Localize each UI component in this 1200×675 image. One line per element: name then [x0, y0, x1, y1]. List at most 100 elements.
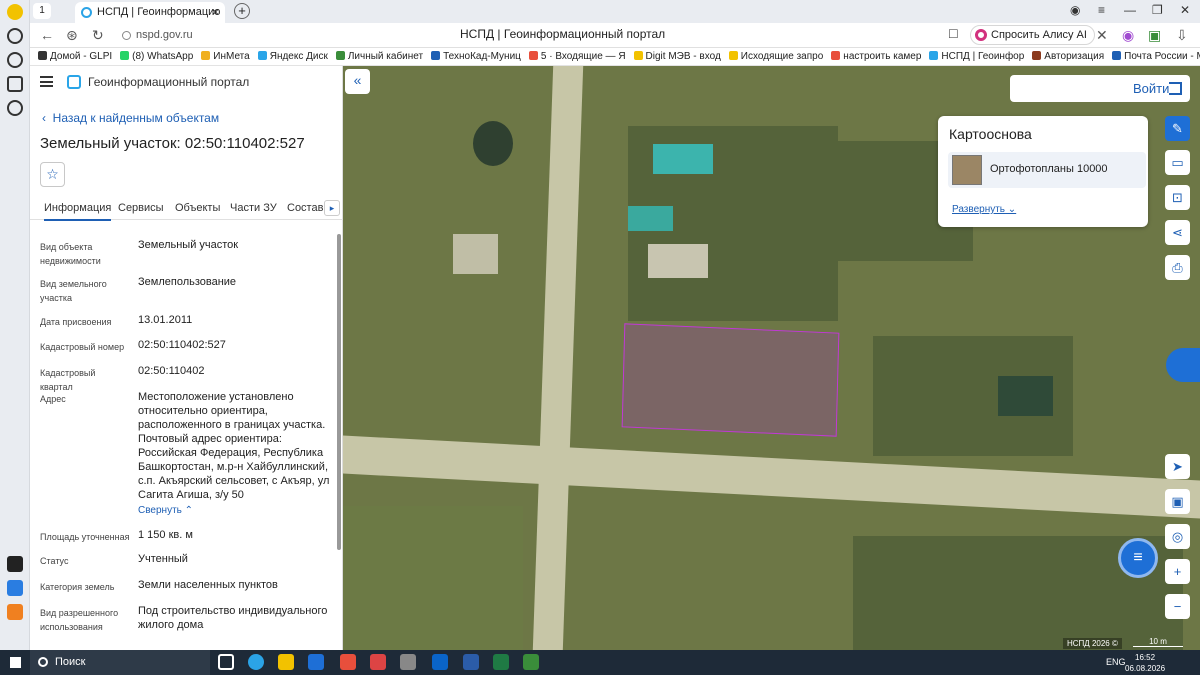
downloads-icon[interactable] [7, 100, 23, 116]
app-icon-3[interactable] [7, 604, 23, 620]
app-icon-1[interactable] [7, 556, 23, 572]
field-label: Дата присвоения [40, 317, 112, 327]
bookmark-item[interactable]: настроить камер [831, 48, 921, 65]
favorite-star-icon[interactable]: ☆ [40, 162, 65, 187]
outlook-icon[interactable] [432, 654, 448, 670]
layers-tool-icon[interactable]: ✎ [1165, 116, 1190, 141]
tab-list-icon[interactable] [7, 76, 23, 92]
close-tab-icon[interactable]: × [212, 2, 219, 23]
expand-link[interactable]: Развернуть ⌄ [952, 204, 1016, 215]
field-label: Кадастровый номер [40, 342, 125, 352]
panel-scrollbar[interactable] [335, 224, 343, 650]
map-view[interactable]: « Войти Картооснова Ортофотопланы 10000 … [343, 66, 1200, 650]
yandex-browser-icon[interactable] [340, 654, 356, 670]
tab-parts[interactable]: Части ЗУ [230, 202, 277, 214]
bookmark-item[interactable]: НСПД | Геоинфор [929, 48, 1024, 65]
profile-avatar[interactable] [7, 4, 23, 20]
portal-name[interactable]: Геоинформационный портал [88, 75, 249, 89]
extension-3-icon[interactable]: ▣ [1148, 27, 1161, 44]
tab-objects[interactable]: Объекты [175, 202, 220, 214]
bookmark-item[interactable]: (8) WhatsApp [120, 48, 193, 65]
collapse-panel-button[interactable]: « [345, 69, 370, 94]
basemap-option[interactable]: Ортофотопланы 10000 [948, 152, 1146, 188]
word-icon[interactable] [463, 654, 479, 670]
scrollbar-thumb[interactable] [337, 234, 341, 550]
browser-tab[interactable]: НСПД | Геоинформацио × [75, 2, 225, 23]
app-icon-2[interactable] [7, 580, 23, 596]
url-field[interactable]: nspd.gov.ru [122, 26, 302, 45]
taskbar-search[interactable]: Поиск [30, 650, 210, 675]
back-arrow-icon[interactable]: ← [40, 27, 54, 43]
bookmark-item[interactable]: Яндекс Диск [257, 48, 328, 65]
zoom-in-icon[interactable]: + [1165, 559, 1190, 584]
play-icon[interactable] [7, 52, 23, 68]
bookmark-item[interactable]: Digit МЭВ - вход [633, 48, 721, 65]
scale-bar: 10 m [1133, 637, 1183, 647]
tab-services[interactable]: Сервисы [118, 202, 164, 214]
field-value: Землепользование [138, 276, 237, 288]
protect-icon[interactable]: ⊛ [66, 27, 78, 44]
field-row-address: Адрес Местоположение установлено относит… [40, 390, 330, 510]
app-icon[interactable] [308, 654, 324, 670]
language-indicator[interactable]: ENG [1106, 657, 1126, 667]
field-value: 02:50:110402 [138, 365, 205, 377]
bookmark-item[interactable]: Почта России - М [1112, 48, 1200, 65]
task-view-icon[interactable] [218, 654, 234, 670]
bookmark-item[interactable]: Личный кабинет [335, 48, 423, 65]
back-to-results-link[interactable]: ‹ Назад к найденным объектам [42, 111, 219, 125]
locate-icon[interactable]: ◎ [1165, 524, 1190, 549]
navigate-icon[interactable]: ➤ [1165, 454, 1190, 479]
select-area-icon[interactable]: ⊡ [1165, 185, 1190, 210]
tab-counter[interactable]: 1 [33, 3, 51, 19]
zoom-out-icon[interactable]: − [1165, 594, 1190, 619]
close-window-icon[interactable]: ✕ [1180, 3, 1190, 17]
basemap-card: Картооснова Ортофотопланы 10000 Разверну… [938, 116, 1148, 227]
field-value: 1 150 кв. м [138, 529, 193, 541]
extension-icon[interactable]: ✕ [1096, 27, 1108, 44]
tab-information[interactable]: Информация [44, 202, 112, 221]
download-icon[interactable]: ⇩ [1176, 27, 1188, 44]
tab-composition[interactable]: Состав [287, 202, 323, 214]
windows-start-icon[interactable] [10, 657, 21, 668]
field-value: Под строительство индивидуального жилого… [138, 605, 328, 631]
minimize-icon[interactable]: — [1124, 3, 1136, 17]
chat-icon[interactable]: ≡ [1118, 538, 1158, 578]
share-icon[interactable]: ⋖ [1165, 220, 1190, 245]
building-roof [653, 144, 713, 174]
explorer-icon[interactable] [278, 654, 294, 670]
ask-alice-button[interactable]: Спросить Алису AI [970, 25, 1095, 45]
reload-icon[interactable]: ↻ [92, 27, 104, 44]
collapse-link[interactable]: Свернуть ⌃ [138, 504, 330, 518]
ruler-tool-icon[interactable]: ▭ [1165, 150, 1190, 175]
print-icon[interactable]: ⎙ [1165, 255, 1190, 280]
land-parcel-outline[interactable] [621, 323, 840, 437]
history-icon[interactable] [7, 28, 23, 44]
bookmark-item[interactable]: Исходящие запро [728, 48, 823, 65]
minimap-icon[interactable]: ▣ [1165, 489, 1190, 514]
bookmark-item[interactable]: 5 · Входящие — Я [528, 48, 626, 65]
bookmark-item[interactable]: ТехноКад-Муниц [431, 48, 521, 65]
bookmark-item[interactable]: Авторизация [1032, 48, 1104, 65]
extension-2-icon[interactable]: ◉ [1122, 27, 1134, 44]
bookmark-favicon-icon [1112, 51, 1122, 60]
system-clock[interactable]: 16:52 06.08.2026 [1125, 652, 1165, 674]
excel-icon[interactable] [493, 654, 509, 670]
calendar-icon[interactable] [370, 654, 386, 670]
new-tab-button[interactable]: + [234, 3, 250, 19]
bookmark-item[interactable]: Домой - GLPI [38, 48, 112, 65]
edge-icon[interactable] [248, 654, 264, 670]
shield-icon[interactable]: ◉ [1070, 3, 1080, 17]
tabs-next-arrow-icon[interactable]: ▸ [324, 200, 340, 216]
bookmark-icon[interactable]: ☐ [948, 27, 959, 41]
windows-taskbar: Поиск ENG 16:52 06.08.2026 [0, 650, 1200, 675]
maximize-icon[interactable]: ❐ [1152, 3, 1163, 17]
menu-icon[interactable]: ≡ [1098, 3, 1105, 17]
app-icon-2[interactable] [523, 654, 539, 670]
calculator-icon[interactable] [400, 654, 416, 670]
login-button[interactable]: Войти [1010, 75, 1190, 102]
bookmark-item[interactable]: ИнМета [201, 48, 250, 65]
hamburger-menu-icon[interactable] [40, 76, 53, 87]
bookmark-favicon-icon [633, 51, 643, 60]
site-favicon-icon [81, 7, 92, 18]
assistant-tab-icon[interactable] [1166, 348, 1200, 382]
